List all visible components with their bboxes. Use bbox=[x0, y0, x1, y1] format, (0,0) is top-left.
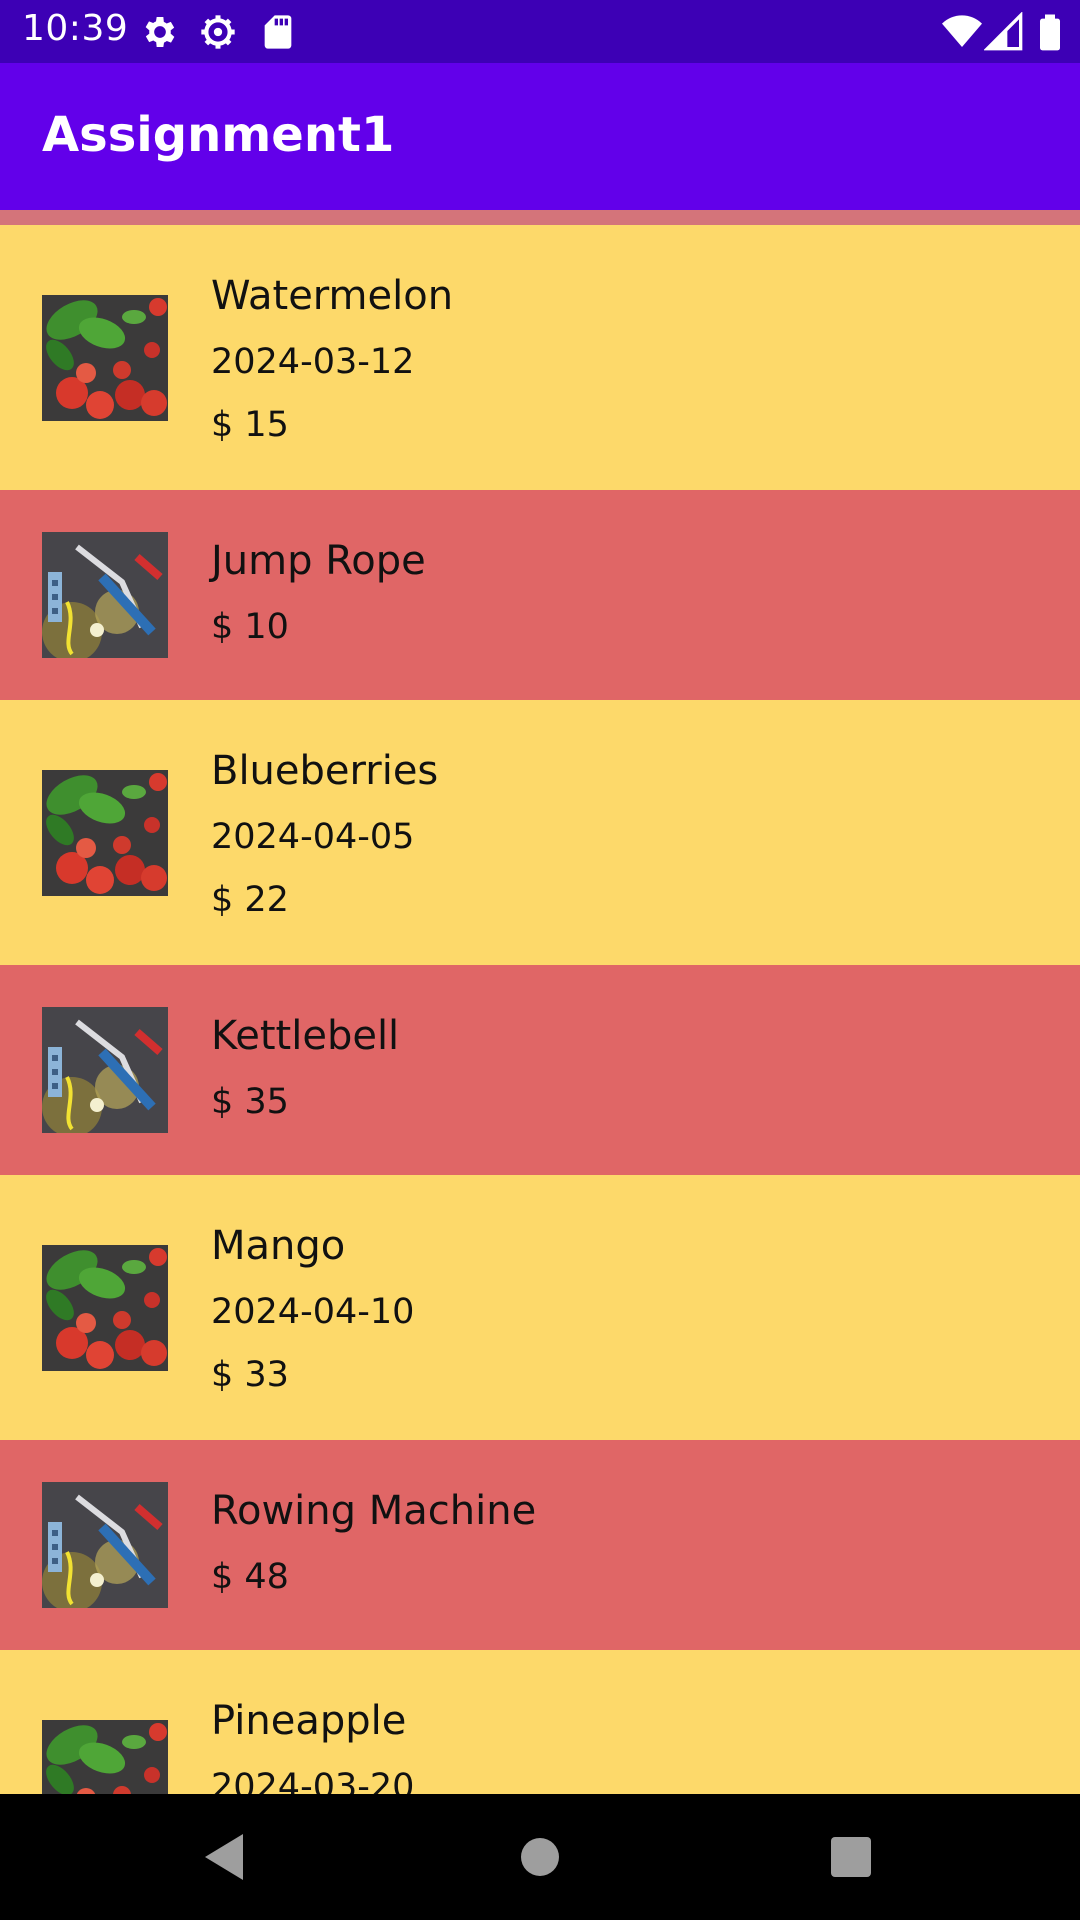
sport-thumbnail bbox=[42, 532, 168, 658]
food-thumbnail bbox=[42, 770, 168, 896]
back-icon[interactable] bbox=[193, 1824, 259, 1890]
item-date: 2024-03-20 bbox=[211, 1767, 415, 1794]
item-price: $ 33 bbox=[211, 1355, 289, 1395]
list-item[interactable]: Pineapple 2024-03-20 bbox=[0, 1650, 1080, 1794]
item-price: $ 15 bbox=[211, 405, 289, 445]
item-name: Jump Rope bbox=[211, 538, 426, 584]
item-name: Watermelon bbox=[211, 273, 454, 319]
gear-icon bbox=[198, 12, 238, 52]
navigation-bar bbox=[0, 1794, 1080, 1920]
sport-thumbnail bbox=[42, 1007, 168, 1133]
list-item[interactable]: Rowing Machine $ 48 bbox=[0, 1440, 1080, 1650]
food-thumbnail bbox=[42, 295, 168, 421]
wifi-icon bbox=[942, 12, 982, 52]
recents-icon[interactable] bbox=[818, 1824, 884, 1890]
gear-icon bbox=[140, 12, 180, 52]
list-item[interactable]: Kettlebell $ 35 bbox=[0, 965, 1080, 1175]
item-date: 2024-04-10 bbox=[211, 1292, 415, 1332]
app-title: Assignment1 bbox=[42, 107, 395, 163]
battery-icon bbox=[1030, 12, 1070, 52]
app-bar: Assignment1 bbox=[0, 63, 1080, 210]
item-name: Pineapple bbox=[211, 1698, 407, 1744]
item-name: Kettlebell bbox=[211, 1013, 400, 1059]
item-list[interactable]: Watermelon 2024-03-12 $ 15 Jump Rope $ 1… bbox=[0, 225, 1080, 1794]
food-thumbnail bbox=[42, 1245, 168, 1371]
list-item[interactable]: Watermelon 2024-03-12 $ 15 bbox=[0, 225, 1080, 490]
sd-card-icon bbox=[258, 12, 298, 52]
home-icon[interactable] bbox=[507, 1824, 573, 1890]
list-item[interactable]: Jump Rope $ 10 bbox=[0, 490, 1080, 700]
item-price: $ 22 bbox=[211, 880, 289, 920]
sport-thumbnail bbox=[42, 1482, 168, 1608]
item-name: Rowing Machine bbox=[211, 1488, 537, 1534]
food-thumbnail bbox=[42, 1720, 168, 1794]
signal-icon bbox=[983, 11, 1024, 52]
item-price: $ 48 bbox=[211, 1557, 289, 1597]
item-price: $ 10 bbox=[211, 607, 289, 647]
status-bar: 10:39 bbox=[0, 0, 1080, 63]
item-name: Blueberries bbox=[211, 748, 439, 794]
list-item[interactable]: Mango 2024-04-10 $ 33 bbox=[0, 1175, 1080, 1440]
item-date: 2024-03-12 bbox=[211, 342, 415, 382]
list-item[interactable]: Blueberries 2024-04-05 $ 22 bbox=[0, 700, 1080, 965]
item-name: Mango bbox=[211, 1223, 346, 1269]
status-time: 10:39 bbox=[22, 8, 129, 49]
item-date: 2024-04-05 bbox=[211, 817, 415, 857]
app-bar-shadow bbox=[0, 210, 1080, 225]
item-price: $ 35 bbox=[211, 1082, 289, 1122]
